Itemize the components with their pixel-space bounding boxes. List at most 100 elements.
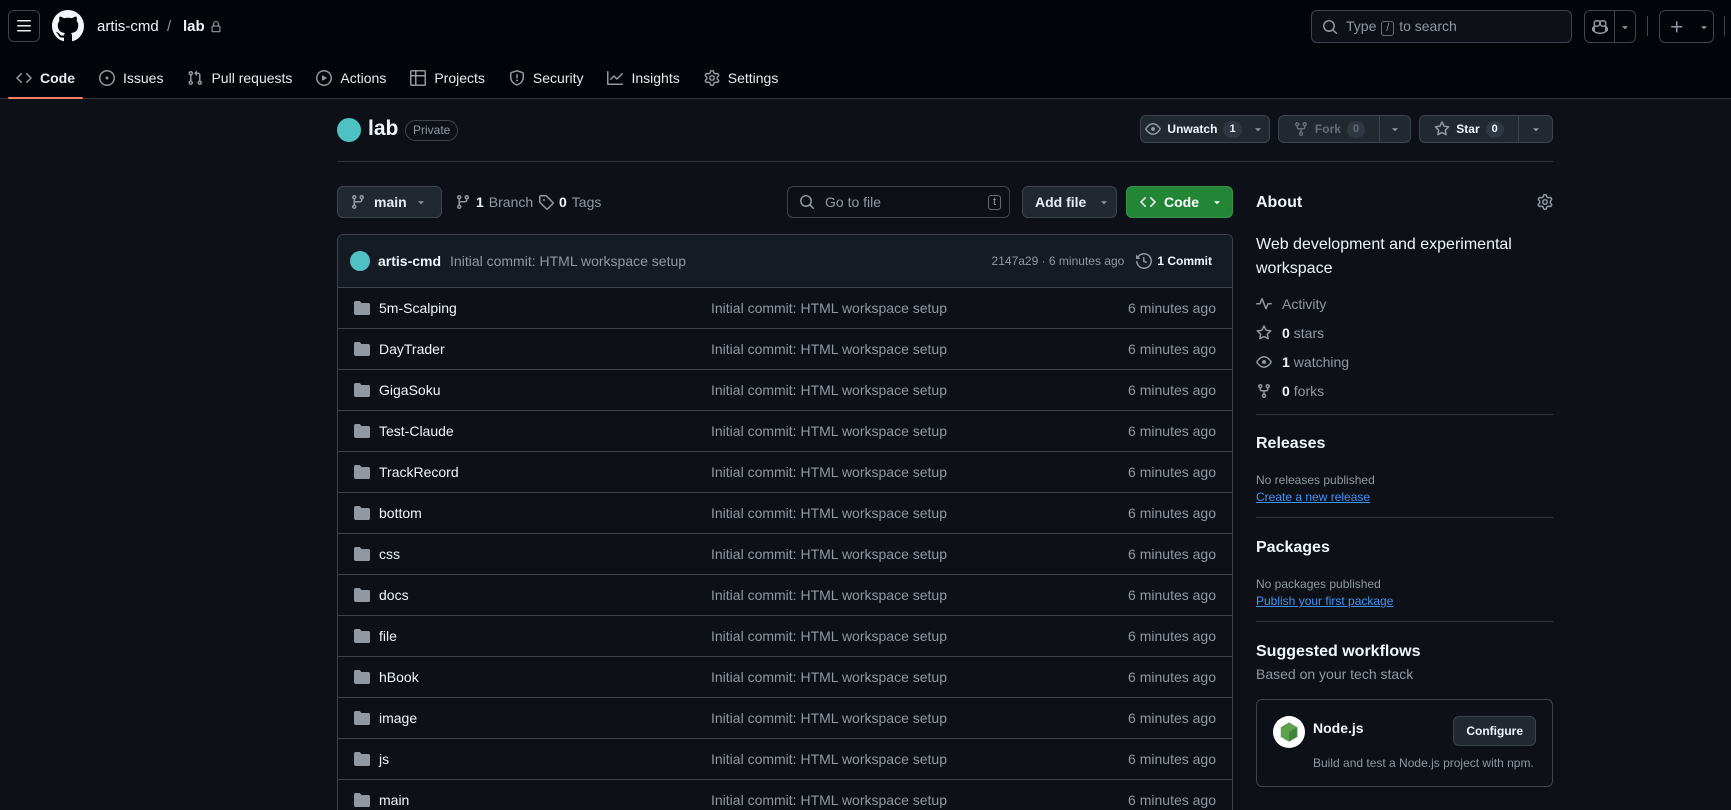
file-name[interactable]: js: [379, 751, 389, 767]
activity-link[interactable]: Activity: [1256, 289, 1553, 318]
file-row[interactable]: js Initial commit: HTML workspace setup 6 …: [338, 739, 1232, 780]
breadcrumb-repo[interactable]: lab: [183, 18, 222, 35]
file-name[interactable]: 5m-Scalping: [379, 300, 457, 316]
file-commit-age: 6 minutes ago: [1128, 751, 1216, 767]
file-row[interactable]: bottom Initial commit: HTML workspace set…: [338, 493, 1232, 534]
file-row[interactable]: TrackRecord Initial commit: HTML workspac…: [338, 452, 1232, 493]
file-row[interactable]: Test-Claude Initial commit: HTML workspac…: [338, 411, 1232, 452]
file-commit-message[interactable]: Initial commit: HTML workspace setup: [711, 710, 947, 726]
file-row[interactable]: docs Initial commit: HTML workspace setup…: [338, 575, 1232, 616]
file-commit-message[interactable]: Initial commit: HTML workspace setup: [711, 341, 947, 357]
search-prefix: Type: [1346, 17, 1377, 34]
file-commit-message[interactable]: Initial commit: HTML workspace setup: [711, 464, 947, 480]
tab-security[interactable]: Security: [501, 57, 592, 99]
repo-title[interactable]: lab: [368, 117, 398, 141]
search-icon: [800, 195, 815, 210]
file-name[interactable]: DayTrader: [379, 341, 445, 357]
tags-link[interactable]: 0 Tags: [538, 194, 601, 210]
file-row[interactable]: GigaSoku Initial commit: HTML workspace s…: [338, 370, 1232, 411]
go-to-file-input[interactable]: Go to file t: [787, 186, 1010, 218]
star-main[interactable]: Star 0: [1420, 116, 1518, 142]
create-new-plus[interactable]: [1660, 11, 1694, 42]
unwatch-dropdown[interactable]: [1246, 116, 1269, 142]
create-new-dropdown[interactable]: [1694, 11, 1713, 42]
branch-selector[interactable]: main: [337, 186, 442, 218]
file-name[interactable]: file: [379, 628, 397, 644]
file-commit-message[interactable]: Initial commit: HTML workspace setup: [711, 669, 947, 685]
repo-owner-avatar[interactable]: [337, 118, 361, 142]
tab-insights[interactable]: Insights: [599, 57, 687, 99]
configure-button[interactable]: Configure: [1453, 716, 1536, 746]
latest-commit-bar: artis-cmd Initial commit: HTML workspace…: [338, 235, 1232, 288]
file-name[interactable]: main: [379, 792, 409, 808]
file-commit-message[interactable]: Initial commit: HTML workspace setup: [711, 546, 947, 562]
code-button[interactable]: Code: [1126, 186, 1233, 218]
commit-history-link[interactable]: 1 Commit: [1136, 253, 1212, 269]
forks-link[interactable]: 0 forks: [1256, 376, 1553, 405]
fork-main[interactable]: Fork 0: [1279, 116, 1379, 142]
file-name[interactable]: bottom: [379, 505, 422, 521]
file-commit-message[interactable]: Initial commit: HTML workspace setup: [711, 751, 947, 767]
fork-dropdown[interactable]: [1379, 116, 1410, 142]
file-commit-message[interactable]: Initial commit: HTML workspace setup: [711, 505, 947, 521]
copilot-button[interactable]: [1585, 11, 1614, 42]
file-row[interactable]: image Initial commit: HTML workspace setu…: [338, 698, 1232, 739]
create-release-link[interactable]: Create a new release: [1256, 490, 1370, 504]
file-commit-message[interactable]: Initial commit: HTML workspace setup: [711, 628, 947, 644]
file-commit-message[interactable]: Initial commit: HTML workspace setup: [711, 382, 947, 398]
github-logo-icon[interactable]: [52, 10, 84, 42]
copilot-dropdown[interactable]: [1614, 11, 1635, 42]
menu-button[interactable]: [8, 10, 40, 42]
fork-button[interactable]: Fork 0: [1278, 115, 1411, 143]
file-row[interactable]: css Initial commit: HTML workspace setup 6…: [338, 534, 1232, 575]
tab-actions[interactable]: Actions: [308, 57, 394, 99]
unwatch-button[interactable]: Unwatch 1: [1140, 115, 1270, 143]
stars-label: stars: [1293, 324, 1325, 341]
plus-icon: [1671, 20, 1683, 32]
gear-icon[interactable]: [1537, 194, 1553, 210]
star-dropdown[interactable]: [1518, 116, 1552, 142]
tab-code[interactable]: Code: [8, 57, 83, 99]
file-row[interactable]: DayTrader Initial commit: HTML workspace …: [338, 329, 1232, 370]
global-search-input[interactable]: Type / to search: [1311, 10, 1572, 43]
file-name[interactable]: image: [379, 710, 417, 726]
file-commit-message[interactable]: Initial commit: HTML workspace setup: [711, 587, 947, 603]
commit-author[interactable]: artis-cmd: [378, 253, 441, 269]
packages-title[interactable]: Packages: [1256, 539, 1553, 557]
commit-hash-time[interactable]: 2147a29 · 6 minutes ago: [992, 254, 1125, 268]
breadcrumb-owner[interactable]: artis-cmd: [97, 18, 159, 35]
tab-projects[interactable]: Projects: [402, 57, 493, 99]
file-commit-message[interactable]: Initial commit: HTML workspace setup: [711, 792, 947, 808]
file-commit-message[interactable]: Initial commit: HTML workspace setup: [711, 300, 947, 316]
file-name[interactable]: docs: [379, 587, 409, 603]
workflows-subtitle: Based on your tech stack: [1256, 666, 1414, 682]
tab-settings[interactable]: Settings: [696, 57, 787, 99]
watching-link[interactable]: 1 watching: [1256, 347, 1553, 376]
tab-pull-requests[interactable]: Pull requests: [179, 57, 300, 99]
file-name[interactable]: GigaSoku: [379, 382, 440, 398]
branches-link[interactable]: 1 Branch: [455, 194, 533, 210]
file-name[interactable]: hBook: [379, 669, 419, 685]
publish-package-link[interactable]: Publish your first package: [1256, 594, 1393, 608]
commit-author-avatar[interactable]: [350, 251, 370, 271]
file-commit-message[interactable]: Initial commit: HTML workspace setup: [711, 423, 947, 439]
releases-title[interactable]: Releases: [1256, 435, 1553, 453]
tab-projects-label: Projects: [434, 70, 485, 86]
stars-link[interactable]: 0 stars: [1256, 318, 1553, 347]
hamburger-icon: [17, 20, 31, 32]
file-name[interactable]: css: [379, 546, 400, 562]
packages-empty: No packages published: [1256, 577, 1381, 591]
unwatch-main[interactable]: Unwatch 1: [1141, 116, 1246, 142]
file-row[interactable]: main Initial commit: HTML workspace setup…: [338, 780, 1232, 810]
file-row[interactable]: 5m-Scalping Initial commit: HTML workspac…: [338, 288, 1232, 329]
commit-message[interactable]: Initial commit: HTML workspace setup: [450, 253, 686, 269]
star-button[interactable]: Star 0: [1419, 115, 1553, 143]
create-new-button[interactable]: [1659, 10, 1714, 43]
tab-issues[interactable]: Issues: [91, 57, 171, 99]
file-name[interactable]: Test-Claude: [379, 423, 454, 439]
add-file-button[interactable]: Add file: [1022, 186, 1117, 218]
file-row[interactable]: hBook Initial commit: HTML workspace setu…: [338, 657, 1232, 698]
tag-icon: [539, 195, 554, 210]
file-name[interactable]: TrackRecord: [379, 464, 459, 480]
file-row[interactable]: file Initial commit: HTML workspace setup…: [338, 616, 1232, 657]
